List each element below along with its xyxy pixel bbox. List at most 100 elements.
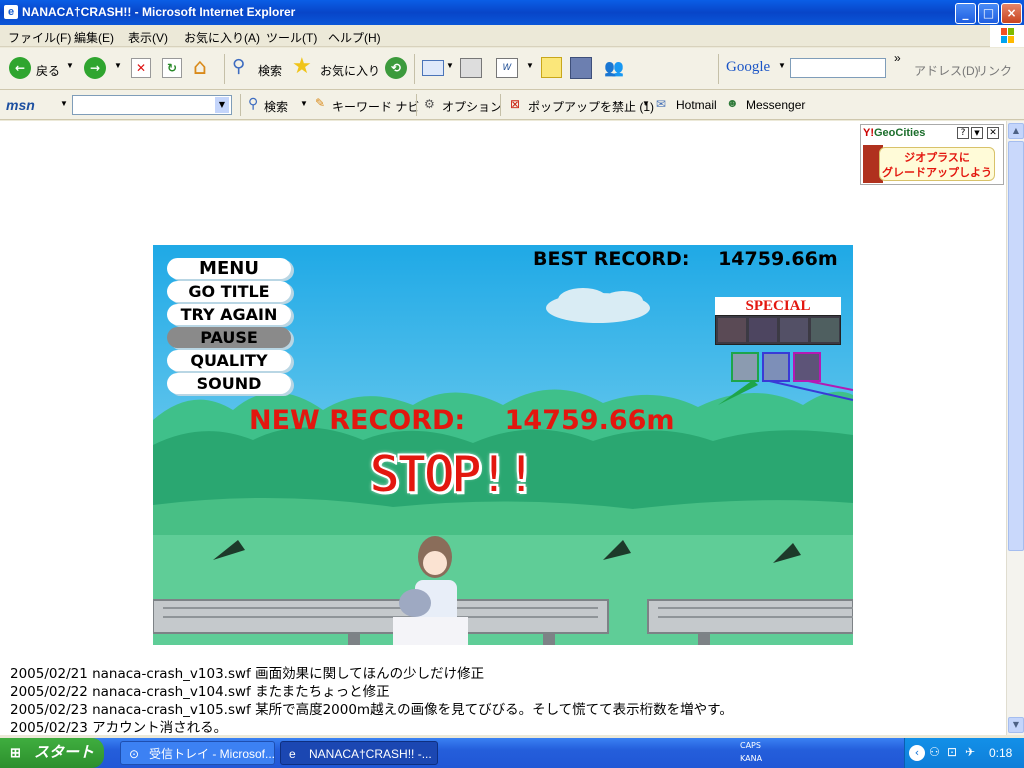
ad-close-button[interactable]: ✕ <box>987 127 999 139</box>
taskbar-item-ie[interactable]: e NANACA†CRASH!! -... <box>280 741 438 765</box>
google-label[interactable]: Google <box>726 59 770 76</box>
taskbar-item-label: NANACA†CRASH!! -... <box>309 747 432 761</box>
address-label[interactable]: アドレス(D) <box>914 62 979 79</box>
menu-tools[interactable]: ツール(T) <box>266 29 317 46</box>
popup-blocker-button[interactable]: ポップアップを禁止 (1) <box>528 98 654 115</box>
windows-logo-icon <box>990 25 1024 47</box>
favorites-button[interactable]: お気に入り <box>320 62 380 79</box>
research-icon[interactable] <box>570 57 592 79</box>
geocities-ad[interactable]: Y!GeoCities ? ▼ ✕ ジオプラスに グレードアップしよう <box>860 124 1004 185</box>
special-portraits <box>715 315 841 345</box>
toolbar-separator <box>224 54 225 84</box>
ie-icon: e <box>4 5 18 19</box>
mail-icon[interactable] <box>422 60 444 76</box>
best-record-value: 14759.66m <box>718 248 838 270</box>
try-again-button[interactable]: TRY AGAIN <box>167 304 291 325</box>
messenger-people-icon[interactable]: 👥 <box>604 57 628 79</box>
geocities-logo: Y!GeoCities <box>863 127 926 139</box>
scroll-thumb[interactable] <box>1008 141 1024 551</box>
msn-search-dropdown-icon[interactable]: ▼ <box>300 99 308 108</box>
pause-button[interactable]: PAUSE <box>167 327 291 348</box>
menu-favorites[interactable]: お気に入り(A) <box>184 29 260 46</box>
popup-dropdown-icon[interactable]: ▼ <box>642 99 650 108</box>
quality-button[interactable]: QUALITY <box>167 350 291 371</box>
google-dropdown-icon[interactable]: ▼ <box>778 61 786 70</box>
menu-file[interactable]: ファイル(F) <box>8 29 71 46</box>
tray-expand-icon[interactable]: ‹ <box>909 745 925 761</box>
search-button[interactable]: 検索 <box>258 62 282 79</box>
msn-search-button[interactable]: 検索 <box>264 98 288 115</box>
taskbar-item-inbox[interactable]: ⊙ 受信トレイ - Microsof... <box>120 741 275 765</box>
mail-dropdown-icon[interactable]: ▼ <box>446 61 454 70</box>
best-record: BEST RECORD: 14759.66m <box>533 248 838 270</box>
ad-help-button[interactable]: ? <box>957 127 969 139</box>
hotmail-icon[interactable]: ✉ <box>656 97 666 111</box>
search-icon[interactable]: ⚲ <box>232 56 254 78</box>
vertical-scrollbar[interactable]: ▲ ▼ <box>1006 121 1024 735</box>
favorites-star-icon[interactable]: ★ <box>292 55 316 79</box>
menu-view[interactable]: 表示(V) <box>128 29 168 46</box>
print-icon[interactable] <box>460 58 482 78</box>
flash-game[interactable]: MENU GO TITLE TRY AGAIN PAUSE QUALITY SO… <box>153 245 853 645</box>
refresh-icon[interactable]: ↻ <box>162 58 182 78</box>
toolbar-separator <box>414 54 415 84</box>
msn-search-input[interactable]: ▼ <box>72 95 232 115</box>
scroll-down-arrow-icon[interactable]: ▼ <box>1008 717 1024 733</box>
window-title: NANACA†CRASH!! - Microsoft Internet Expl… <box>22 5 296 19</box>
log-line: 2005/02/23 アカウント消される。 <box>10 720 228 736</box>
keyword-navi-button[interactable]: キーワード ナビ <box>332 98 419 115</box>
title-bar: e NANACA†CRASH!! - Microsoft Internet Ex… <box>0 0 1024 25</box>
caps-indicator: CAPS <box>740 741 761 750</box>
popup-block-icon[interactable]: ⊠ <box>510 97 520 111</box>
special-portrait <box>749 318 777 342</box>
google-search-input[interactable] <box>790 58 886 78</box>
back-dropdown-icon[interactable]: ▼ <box>66 61 74 70</box>
ie-icon: e <box>289 747 296 761</box>
edit-word-icon[interactable]: W <box>496 58 518 78</box>
taskbar: ⊞ スタート ⊙ 受信トレイ - Microsof... e NANACA†CR… <box>0 738 1024 768</box>
options-button[interactable]: オプション <box>442 98 502 115</box>
msn-search-dropdown-icon[interactable]: ▼ <box>215 97 229 113</box>
back-button[interactable]: 戻る <box>36 62 60 79</box>
forward-dropdown-icon[interactable]: ▼ <box>114 61 122 70</box>
options-icon[interactable]: ⚙ <box>424 97 435 111</box>
menu-help[interactable]: ヘルプ(H) <box>328 29 381 46</box>
ad-menu-button[interactable]: ▼ <box>971 127 983 139</box>
highlighter-icon[interactable]: ✎ <box>315 96 325 110</box>
links-label[interactable]: リンク <box>976 62 1012 79</box>
msn-logo[interactable]: msn <box>6 97 35 113</box>
back-arrow-icon[interactable]: ← <box>9 57 31 79</box>
sound-button[interactable]: SOUND <box>167 373 291 394</box>
standard-toolbar: ← 戻る ▼ → ▼ ✕ ↻ ⌂ ⚲ 検索 ★ お気に入り ⟲ ▼ W ▼ 👥 … <box>0 48 1024 90</box>
messenger-button[interactable]: Messenger <box>746 98 805 112</box>
hotmail-button[interactable]: Hotmail <box>676 98 717 112</box>
notes-icon[interactable] <box>541 57 562 78</box>
msn-dropdown-icon[interactable]: ▼ <box>60 99 68 108</box>
stop-icon[interactable]: ✕ <box>131 58 151 78</box>
start-button[interactable]: ⊞ スタート <box>0 738 104 768</box>
maximize-button[interactable]: □ <box>978 3 999 24</box>
close-button[interactable]: × <box>1001 3 1022 24</box>
toolbar-more-chevron[interactable]: » <box>894 51 901 65</box>
clock[interactable]: 0:18 <box>989 746 1012 760</box>
minimize-button[interactable]: _ <box>955 3 976 24</box>
system-tray: ‹ ⚇ ⊡ ✈ 0:18 <box>904 738 1024 768</box>
volume-icon[interactable]: ⊡ <box>947 745 957 759</box>
msn-search-icon[interactable]: ⚲ <box>248 95 258 112</box>
scroll-up-arrow-icon[interactable]: ▲ <box>1008 123 1024 139</box>
home-icon[interactable]: ⌂ <box>193 56 217 80</box>
special-portrait <box>718 318 746 342</box>
forward-arrow-icon[interactable]: → <box>84 57 106 79</box>
network-icon[interactable]: ⚇ <box>929 745 940 759</box>
tray-app-icon[interactable]: ✈ <box>965 745 975 759</box>
log-line: 2005/02/21 nanaca-crash_v103.swf 画面効果に関し… <box>10 666 485 682</box>
ad-banner[interactable]: ジオプラスに グレードアップしよう <box>879 147 995 181</box>
yahoo-y-icon: Y! <box>863 127 874 139</box>
go-title-button[interactable]: GO TITLE <box>167 281 291 302</box>
edit-dropdown-icon[interactable]: ▼ <box>526 61 534 70</box>
messenger-icon[interactable]: ☻ <box>726 96 739 110</box>
windows-flag-icon: ⊞ <box>10 745 21 760</box>
character-face-purple <box>793 352 821 382</box>
menu-edit[interactable]: 編集(E) <box>74 29 114 46</box>
history-icon[interactable]: ⟲ <box>385 57 407 79</box>
